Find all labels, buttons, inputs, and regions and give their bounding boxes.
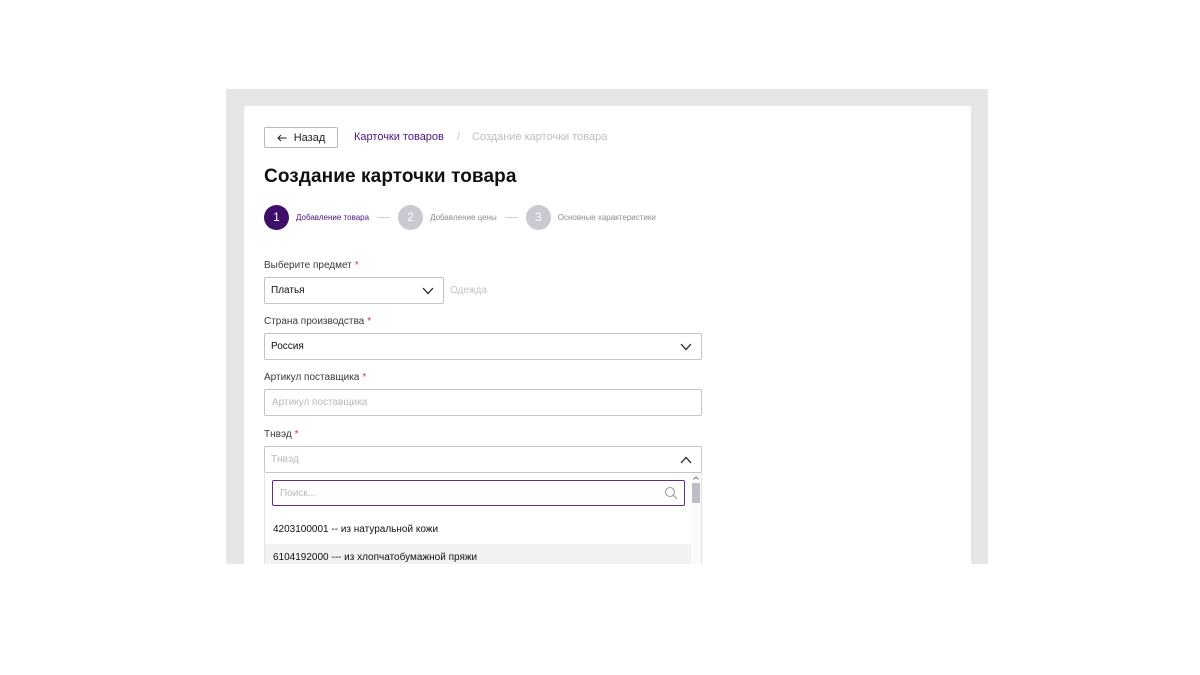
step-1-label: Добавление товара xyxy=(296,212,370,222)
tnved-dropdown: 4203100001 -- из натуральной кожи 610419… xyxy=(264,473,702,564)
chevron-down-icon xyxy=(680,343,692,351)
back-button[interactable]: Назад xyxy=(264,127,338,148)
breadcrumb: Карточки товаров / Создание карточки тов… xyxy=(354,131,607,143)
page-frame: Назад Карточки товаров / Создание карточ… xyxy=(226,89,988,564)
breadcrumb-separator: / xyxy=(456,131,460,143)
article-label: Артикул поставщика * xyxy=(264,372,366,383)
tnved-select-placeholder: Тнвэд xyxy=(271,454,299,465)
tnved-select[interactable]: Тнвэд xyxy=(264,446,702,473)
required-mark: * xyxy=(362,372,367,383)
step-connector xyxy=(377,216,391,218)
breadcrumb-current: Создание карточки товара xyxy=(471,131,608,143)
required-mark: * xyxy=(367,316,372,327)
page-title: Создание карточки товара xyxy=(264,166,517,187)
subject-label: Выберите предмет * xyxy=(264,260,359,271)
step-2-circle: 2 xyxy=(398,204,424,230)
chevron-down-icon xyxy=(422,287,434,295)
back-button-label: Назад xyxy=(293,131,326,144)
step-3-label: Основные характеристики xyxy=(557,212,656,222)
tnved-option[interactable]: 4203100001 -- из натуральной кожи xyxy=(265,516,691,542)
article-input[interactable] xyxy=(264,389,702,416)
scroll-up-icon[interactable] xyxy=(693,476,699,480)
required-mark: * xyxy=(354,260,359,271)
step-connector xyxy=(504,216,518,218)
step-1-circle: 1 xyxy=(264,204,289,230)
step-2-label: Добавление цены xyxy=(430,212,497,222)
subject-label-text: Выберите предмет xyxy=(264,260,352,271)
subject-select-value: Платья xyxy=(271,285,305,296)
tnved-search-input[interactable] xyxy=(272,480,685,506)
arrow-left-icon xyxy=(277,134,287,141)
tnved-label: Тнвэд * xyxy=(264,429,299,440)
tnved-label-text: Тнвэд xyxy=(264,429,292,440)
subject-select[interactable]: Платья xyxy=(264,277,444,304)
content-card: Назад Карточки товаров / Создание карточ… xyxy=(244,106,971,564)
tnved-option[interactable]: 6104192000 --- из хлопчатобумажной пряжи xyxy=(265,544,691,564)
step-3-circle: 3 xyxy=(525,204,551,230)
country-label: Страна производства * xyxy=(264,316,371,327)
breadcrumb-link-product-cards[interactable]: Карточки товаров xyxy=(354,131,444,143)
search-icon[interactable] xyxy=(664,486,678,500)
article-label-text: Артикул поставщика xyxy=(264,372,360,383)
stepper: 1 Добавление товара 2 Добавление цены 3 … xyxy=(264,204,656,230)
scrollbar-thumb[interactable] xyxy=(692,483,700,503)
country-label-text: Страна производства xyxy=(264,316,365,327)
country-select-value: Россия xyxy=(271,341,304,352)
chevron-up-icon xyxy=(680,456,692,464)
required-mark: * xyxy=(294,429,299,440)
dropdown-scrollbar[interactable] xyxy=(691,473,701,564)
country-select[interactable]: Россия xyxy=(264,333,702,360)
subject-category-hint: Одежда xyxy=(450,285,487,296)
